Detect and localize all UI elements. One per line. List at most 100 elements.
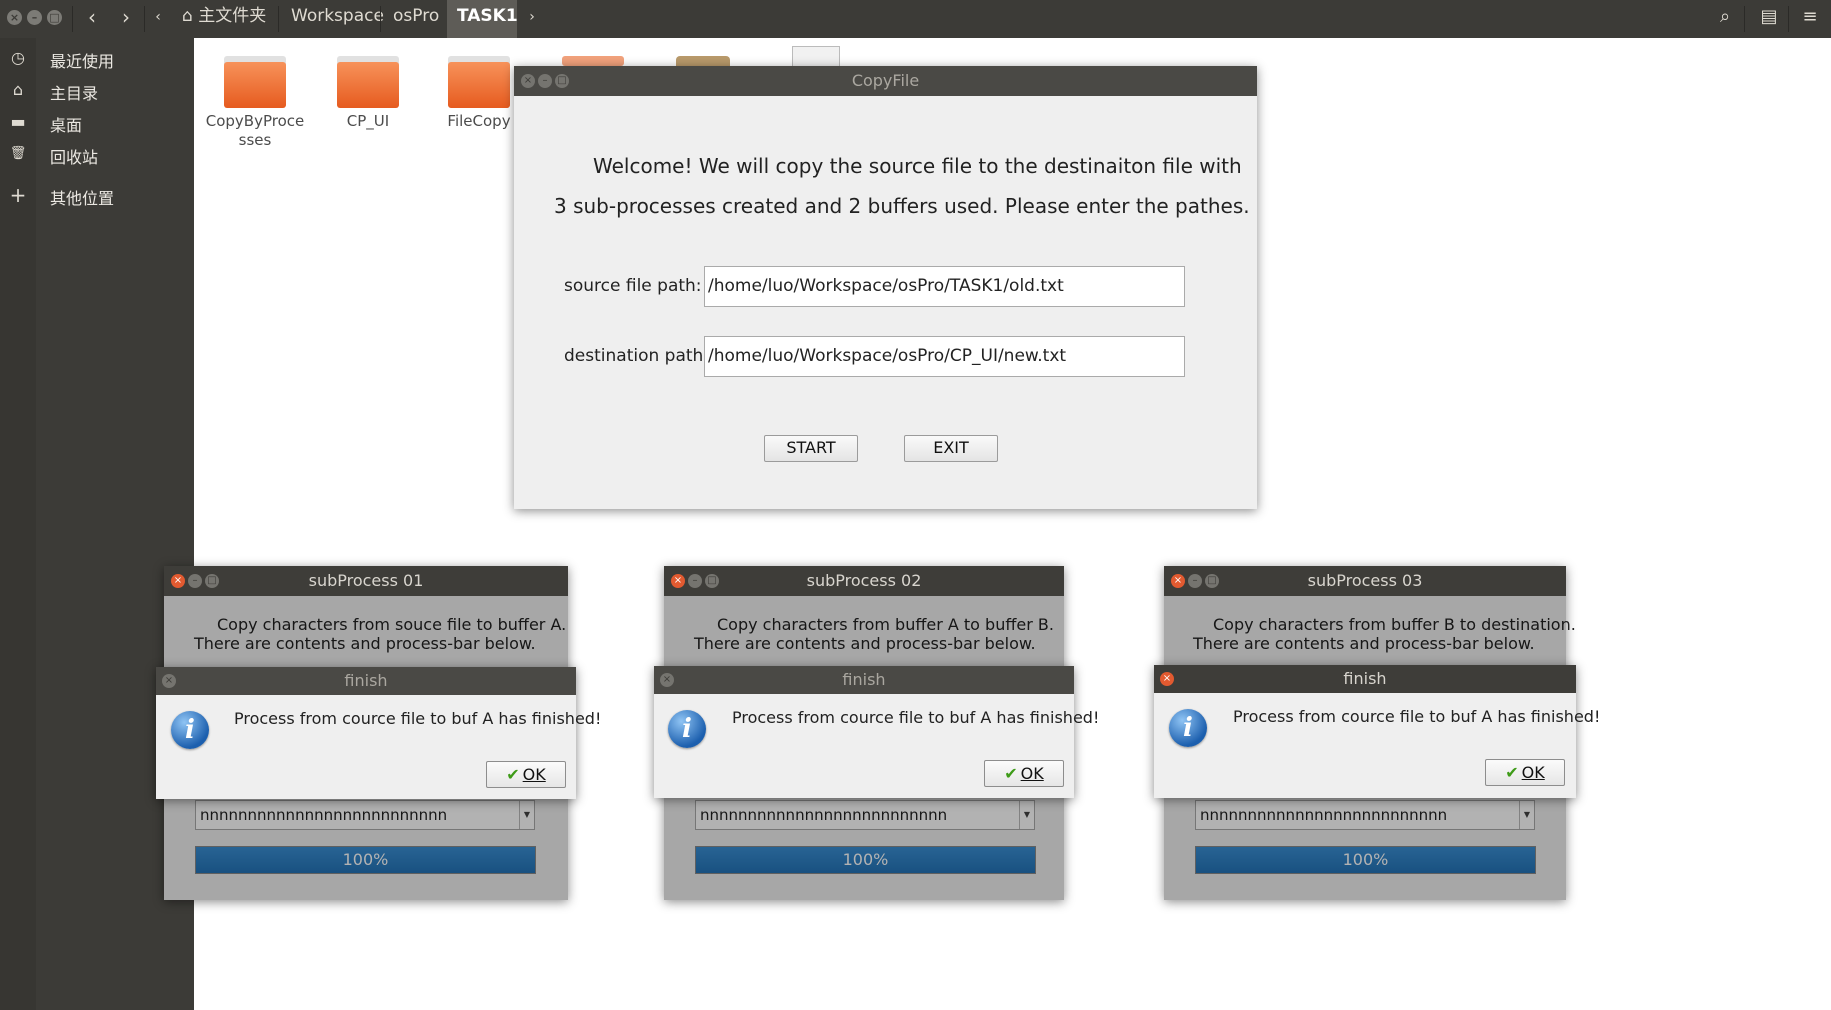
close-icon[interactable]: × <box>171 574 185 588</box>
destination-path-label: destination path: <box>564 346 710 366</box>
close-icon[interactable]: × <box>162 674 176 688</box>
progress-text: 100% <box>342 850 389 869</box>
close-icon[interactable]: × <box>1171 574 1185 588</box>
folder-icon <box>448 56 510 108</box>
chevron-down-icon[interactable]: ▼ <box>1519 801 1534 829</box>
close-icon[interactable]: × <box>521 74 535 88</box>
folder-icon <box>562 56 624 66</box>
maximize-icon[interactable]: □ <box>705 574 719 588</box>
dialog-title: finish <box>842 670 886 689</box>
sidebar-item-recent[interactable]: 最近使用 <box>50 48 114 72</box>
file-item-copybyprocesses[interactable]: CopyByProce sses <box>200 56 310 150</box>
folder-icon: ▬ <box>10 112 26 131</box>
subprocess-03-titlebar: × – □ subProcess 03 <box>1164 566 1566 596</box>
minimize-icon[interactable]: – <box>188 574 202 588</box>
finish-dialog-titlebar: × finish <box>1154 665 1576 693</box>
progress-text: 100% <box>1342 850 1389 869</box>
view-options-icon[interactable]: ▤ <box>1752 0 1786 38</box>
buffer-content-combobox[interactable]: nnnnnnnnnnnnnnnnnnnnnnnnnn ▼ <box>695 800 1035 830</box>
clock-icon: ◷ <box>11 48 25 67</box>
info-icon: i <box>668 710 706 748</box>
chevron-down-icon[interactable]: ▼ <box>519 801 534 829</box>
file-name: CP_UI <box>346 112 390 130</box>
breadcrumb-label: 主文件夹 <box>198 6 267 26</box>
subprocess-description-line1: Copy characters from buffer A to buffer … <box>717 615 1054 634</box>
dialog-message: Process from cource file to buf A has fi… <box>732 708 1100 727</box>
menu-icon[interactable]: ≡ <box>1793 0 1827 38</box>
close-icon[interactable]: × <box>1160 672 1174 686</box>
dialog-message: Process from cource file to buf A has fi… <box>1233 707 1601 726</box>
chevron-down-icon[interactable]: ▼ <box>1019 801 1034 829</box>
subprocess-01-titlebar: × – □ subProcess 01 <box>164 566 568 596</box>
maximize-icon[interactable]: □ <box>205 574 219 588</box>
dialog-title: finish <box>344 671 388 690</box>
subprocess-description-line2: There are contents and process-bar below… <box>1193 634 1535 653</box>
progress-bar: 100% <box>695 846 1036 874</box>
subprocess-02-titlebar: × – □ subProcess 02 <box>664 566 1064 596</box>
welcome-text-line2: 3 sub-processes created and 2 buffers us… <box>554 194 1250 218</box>
search-icon[interactable]: ⌕ <box>1708 0 1742 38</box>
finish-dialog-titlebar: × finish <box>654 666 1074 694</box>
checkmark-icon: ✔ <box>1505 763 1519 782</box>
window-maximize-button[interactable]: □ <box>47 10 62 25</box>
close-icon[interactable]: × <box>671 574 685 588</box>
info-icon: i <box>1169 709 1207 747</box>
forward-icon[interactable]: › <box>110 0 142 38</box>
subprocess-description-line2: There are contents and process-bar below… <box>694 634 1036 653</box>
minimize-icon[interactable]: – <box>1188 574 1202 588</box>
maximize-icon[interactable]: □ <box>1205 574 1219 588</box>
trash-icon: 🗑 <box>9 146 27 161</box>
finish-dialog-03: × finish i Process from cource file to b… <box>1154 665 1600 798</box>
ok-button[interactable]: ✔ OK <box>1485 759 1565 786</box>
destination-path-input[interactable]: /home/luo/Workspace/osPro/CP_UI/new.txt <box>704 336 1185 377</box>
folder-icon <box>337 56 399 108</box>
sidebar-item-other-locations[interactable]: 其他位置 <box>50 185 114 209</box>
copyfile-titlebar: × – □ CopyFile <box>514 66 1257 96</box>
buffer-content-text: nnnnnnnnnnnnnnnnnnnnnnnnnn <box>1200 806 1448 824</box>
breadcrumb-task1[interactable]: TASK1 <box>447 0 518 38</box>
exit-button[interactable]: EXIT <box>904 435 998 462</box>
window-title: subProcess 03 <box>1307 571 1423 590</box>
progress-bar: 100% <box>1195 846 1536 874</box>
checkmark-icon: ✔ <box>1004 764 1018 783</box>
checkmark-icon: ✔ <box>506 765 520 784</box>
progress-text: 100% <box>842 850 889 869</box>
window-minimize-button[interactable]: – <box>27 10 42 25</box>
buffer-content-combobox[interactable]: nnnnnnnnnnnnnnnnnnnnnnnnnn ▼ <box>1195 800 1535 830</box>
minimize-icon[interactable]: – <box>538 74 552 88</box>
home-icon: ⌂ <box>12 80 24 99</box>
source-path-input[interactable]: /home/luo/Workspace/osPro/TASK1/old.txt <box>704 266 1185 307</box>
buffer-content-text: nnnnnnnnnnnnnnnnnnnnnnnnnn <box>700 806 948 824</box>
finish-dialog-01: × finish i Process from cource file to b… <box>156 667 601 799</box>
breadcrumb-scroll-left-icon[interactable]: ‹ <box>148 0 168 38</box>
sidebar-item-home[interactable]: 主目录 <box>50 80 98 104</box>
progress-bar: 100% <box>195 846 536 874</box>
ok-label: OK <box>522 765 546 784</box>
breadcrumb-scroll-right-icon[interactable]: › <box>522 0 542 38</box>
start-button[interactable]: START <box>764 435 858 462</box>
ok-label: OK <box>1521 763 1545 782</box>
ok-button[interactable]: ✔ OK <box>486 761 566 788</box>
subprocess-description-line2: There are contents and process-bar below… <box>194 634 536 653</box>
welcome-text-line1: Welcome! We will copy the source file to… <box>593 154 1242 178</box>
window-title: subProcess 02 <box>806 571 922 590</box>
buffer-content-combobox[interactable]: nnnnnnnnnnnnnnnnnnnnnnnnnn ▼ <box>195 800 535 830</box>
ok-button[interactable]: ✔ OK <box>984 760 1064 787</box>
file-item-cp-ui[interactable]: CP_UI <box>313 56 423 131</box>
close-icon[interactable]: × <box>660 673 674 687</box>
sidebar-item-desktop[interactable]: 桌面 <box>50 112 82 136</box>
back-icon[interactable]: ‹ <box>76 0 108 38</box>
home-icon: ⌂ <box>182 6 193 26</box>
sidebar-rail: ◷ ⌂ ▬ 🗑 + <box>0 38 36 1010</box>
sidebar-item-trash[interactable]: 回收站 <box>50 144 98 168</box>
dialog-title: finish <box>1343 669 1387 688</box>
window-title: subProcess 01 <box>308 571 424 590</box>
plus-icon: + <box>9 183 27 207</box>
maximize-icon[interactable]: □ <box>555 74 569 88</box>
minimize-icon[interactable]: – <box>688 574 702 588</box>
window-close-button[interactable]: × <box>7 10 22 25</box>
file-name: CopyByProce sses <box>205 112 305 149</box>
breadcrumb-home[interactable]: ⌂ 主文件夹 <box>172 0 276 38</box>
breadcrumb-workspace[interactable]: Workspace <box>281 0 394 38</box>
breadcrumb-ospro[interactable]: osPro <box>383 0 449 38</box>
